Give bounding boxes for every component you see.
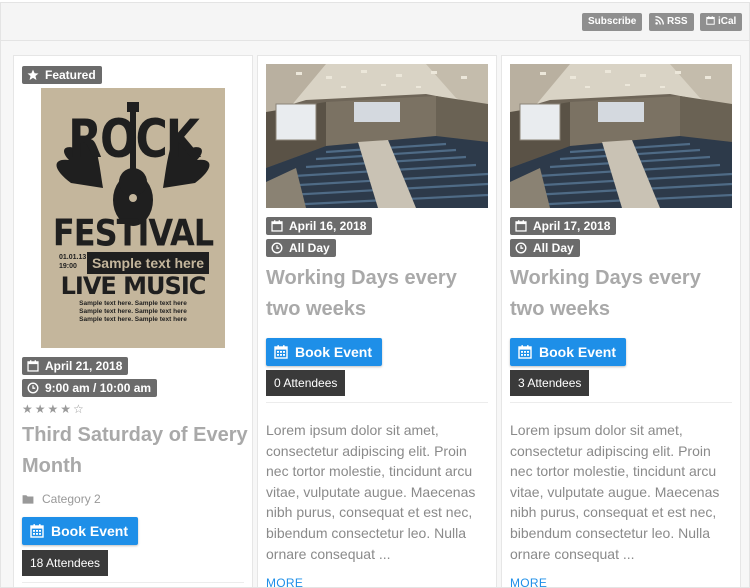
- attendees-count: 18 Attendees: [22, 550, 109, 576]
- divider: [266, 402, 488, 403]
- calendar-icon: [271, 220, 283, 232]
- event-date: April 16, 2018: [289, 219, 367, 233]
- poster-sample-box: Sample text here: [87, 252, 209, 274]
- more-link[interactable]: MORE: [266, 576, 303, 587]
- event-time: All Day: [289, 241, 330, 255]
- event-description: Lorem ipsum dolor sit amet, consectetur …: [510, 422, 720, 562]
- poster-small-line: Sample text here. Sample text here: [79, 308, 187, 315]
- poster-date-text: 01.01.13: [59, 254, 87, 261]
- book-event-button[interactable]: Book Event: [266, 338, 383, 366]
- auditorium-photo: [510, 64, 732, 208]
- rss-label: RSS: [667, 16, 688, 27]
- event-time: All Day: [533, 241, 574, 255]
- attendees-count: 0 Attendees: [266, 370, 346, 396]
- event-card: April 17, 2018 All Day Working Days ever…: [501, 55, 741, 587]
- event-date-badge: April 16, 2018: [266, 217, 373, 235]
- calendar-icon: [518, 345, 532, 359]
- more-link[interactable]: MORE: [510, 576, 547, 587]
- poster-small-line: Sample text here. Sample text here: [79, 316, 187, 323]
- subscribe-label: Subscribe: [588, 16, 637, 27]
- calendar-icon: [27, 360, 39, 372]
- divider: [22, 582, 244, 583]
- event-date-badge: April 21, 2018: [22, 357, 129, 375]
- poster-title: ROCK: [68, 108, 200, 170]
- folder-icon: [22, 494, 34, 504]
- poster-small-text: Sample text here. Sample text here Sampl…: [41, 300, 225, 324]
- event-date: April 17, 2018: [533, 219, 611, 233]
- poster-small-line: Sample text here. Sample text here: [79, 300, 187, 307]
- book-event-button[interactable]: Book Event: [22, 517, 139, 545]
- book-event-label: Book Event: [539, 344, 617, 360]
- calendar-icon: [274, 345, 288, 359]
- auditorium-photo: [266, 64, 488, 208]
- event-date: April 21, 2018: [45, 359, 123, 373]
- calendar-icon: [706, 16, 715, 25]
- divider: [510, 402, 732, 403]
- event-title[interactable]: Third Saturday of Every Month: [22, 420, 248, 482]
- clock-icon: [515, 242, 527, 254]
- events-toolbar: Subscribe RSS iCal: [1, 3, 749, 41]
- event-card: April 16, 2018 All Day Working Days ever…: [257, 55, 497, 587]
- event-time: 9:00 am / 10:00 am: [45, 381, 152, 395]
- clock-icon: [271, 242, 283, 254]
- book-event-button[interactable]: Book Event: [510, 338, 627, 366]
- event-description: Lorem ipsum dolor sit amet, consectetur …: [266, 422, 476, 562]
- rss-button[interactable]: RSS: [649, 13, 694, 31]
- event-time-badge: 9:00 am / 10:00 am: [22, 379, 158, 397]
- rss-icon: [655, 16, 664, 25]
- poster-date: 01.01.13 19:00: [59, 253, 86, 271]
- event-date-badge: April 17, 2018: [510, 217, 617, 235]
- rating-stars: ★★★★☆: [22, 402, 86, 416]
- event-category[interactable]: Category 2: [22, 492, 101, 506]
- poster-live-music: LIVE MUSIC: [60, 272, 207, 300]
- event-card: Featured ROCK FESTIVAL 01.01.13 19:00 Sa…: [13, 55, 253, 587]
- event-title[interactable]: Working Days every two weeks: [266, 263, 476, 325]
- calendar-icon: [515, 220, 527, 232]
- clock-icon: [27, 382, 39, 394]
- calendar-icon: [30, 524, 44, 538]
- star-icon: [27, 69, 39, 81]
- event-image[interactable]: [266, 64, 488, 208]
- attendees-count: 3 Attendees: [510, 370, 590, 396]
- event-time-badge: All Day: [266, 239, 336, 257]
- poster-time-text: 19:00: [59, 263, 77, 270]
- featured-badge: Featured: [22, 66, 102, 84]
- ical-label: iCal: [718, 16, 737, 27]
- book-event-label: Book Event: [51, 523, 129, 539]
- event-time-badge: All Day: [510, 239, 580, 257]
- subscribe-button[interactable]: Subscribe: [582, 13, 643, 31]
- event-title[interactable]: Working Days every two weeks: [510, 263, 720, 325]
- poster-festival: FESTIVAL: [52, 211, 214, 255]
- category-label: Category 2: [42, 492, 101, 506]
- event-poster-image[interactable]: ROCK FESTIVAL 01.01.13 19:00 Sample text…: [41, 88, 225, 348]
- event-image[interactable]: [510, 64, 732, 208]
- events-view: Subscribe RSS iCal Featured ROCK FESTIVA…: [0, 2, 750, 588]
- featured-label: Featured: [45, 68, 96, 82]
- ical-button[interactable]: iCal: [700, 13, 743, 31]
- book-event-label: Book Event: [295, 344, 373, 360]
